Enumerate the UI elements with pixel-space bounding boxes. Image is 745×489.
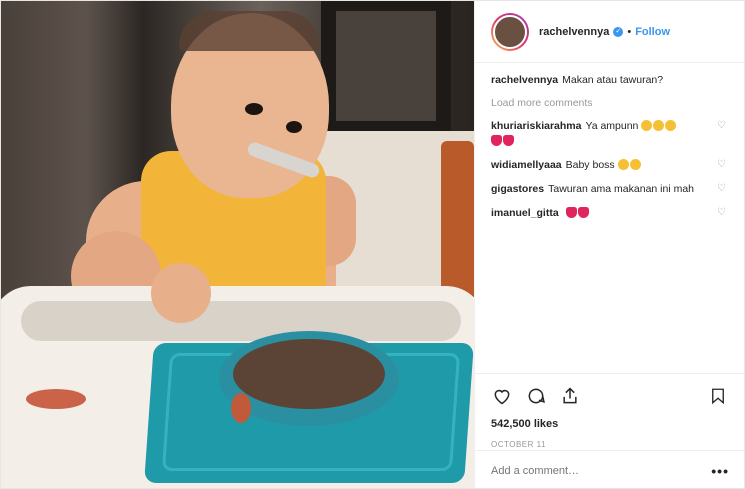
comment-item: imanuel_gitta ♡ [491,206,728,221]
comment-username[interactable]: imanuel_gitta [491,207,559,219]
comment-text: Tawuran ama makanan ini mah [548,183,695,195]
comment-username[interactable]: khuriariskiarahma [491,120,581,132]
heart-emoji-icon [577,207,589,218]
kissing-face-emoji-icon [629,159,641,170]
comment-item: widiamellyaaa Baby boss ♡ [491,158,728,173]
comment-item: khuriariskiarahma Ya ampunn ♡ [491,119,728,149]
caption: rachelvennya Makan atau tawuran? [491,73,728,88]
post-header: rachelvennya ✓ • Follow [475,1,744,63]
avatar[interactable] [491,12,529,51]
comment-like-heart-icon[interactable]: ♡ [717,159,728,170]
comment-item: gigastores Tawuran ama makanan ini mah ♡ [491,182,728,197]
comment-like-heart-icon[interactable]: ♡ [717,120,728,131]
likes-count[interactable]: 542,500 likes [491,418,729,430]
comment-text: Ya ampunn [585,120,639,132]
comment-text: Baby boss [565,159,615,171]
add-comment-input[interactable] [491,464,712,477]
caption-username[interactable]: rachelvennya [491,74,558,86]
photo-tray-edge [21,301,461,341]
comment-username[interactable]: gigastores [491,183,544,195]
verified-badge-icon: ✓ [613,26,624,37]
post-date: OCTOBER 11 [491,440,546,449]
avatar-image [493,14,527,49]
heart-emoji-icon [565,207,577,218]
photo-window-pane [336,11,436,121]
photo-baby-eye [245,103,263,115]
caption-text: Makan atau tawuran? [562,74,664,86]
action-icons-row [491,384,729,408]
kissing-face-emoji-icon [617,159,629,170]
bookmark-icon[interactable] [707,385,729,407]
comment-like-heart-icon[interactable]: ♡ [717,207,728,218]
red-heart-emoji-icon [491,135,502,146]
comment-bubble-icon[interactable] [525,385,547,407]
photo-food-smear [26,389,86,409]
comment-username[interactable]: widiamellyaaa [491,159,562,171]
instagram-post: rachelvennya ✓ • Follow rachelvennya Maka… [0,0,745,489]
photo-baby-hand [151,263,211,323]
load-more-comments-link[interactable]: Load more comments [491,97,728,109]
post-side-panel: rachelvennya ✓ • Follow rachelvennya Maka… [474,1,745,489]
author-username[interactable]: rachelvennya [539,26,609,38]
laughing-emoji-icon [665,120,677,131]
separator-dot: • [627,25,632,38]
laughing-emoji-icon [641,120,653,131]
post-photo[interactable] [1,1,474,488]
heart-icon[interactable] [491,385,513,407]
share-icon[interactable] [559,385,581,407]
red-heart-emoji-icon [503,135,514,146]
photo-bowl-food [233,339,385,409]
laughing-emoji-icon [653,120,665,131]
more-options-icon[interactable]: ••• [711,463,729,479]
follow-button[interactable]: Follow [635,26,670,38]
photo-baby-hair [179,11,319,51]
add-comment-bar: ••• [475,450,745,489]
post-actions: 542,500 likes OCTOBER 11 [475,373,745,449]
comment-like-heart-icon[interactable]: ♡ [717,183,728,194]
photo-food-drip [231,393,251,423]
comments-list: rachelvennya Makan atau tawuran? Load mor… [475,63,744,221]
photo-baby-eye [286,121,302,133]
